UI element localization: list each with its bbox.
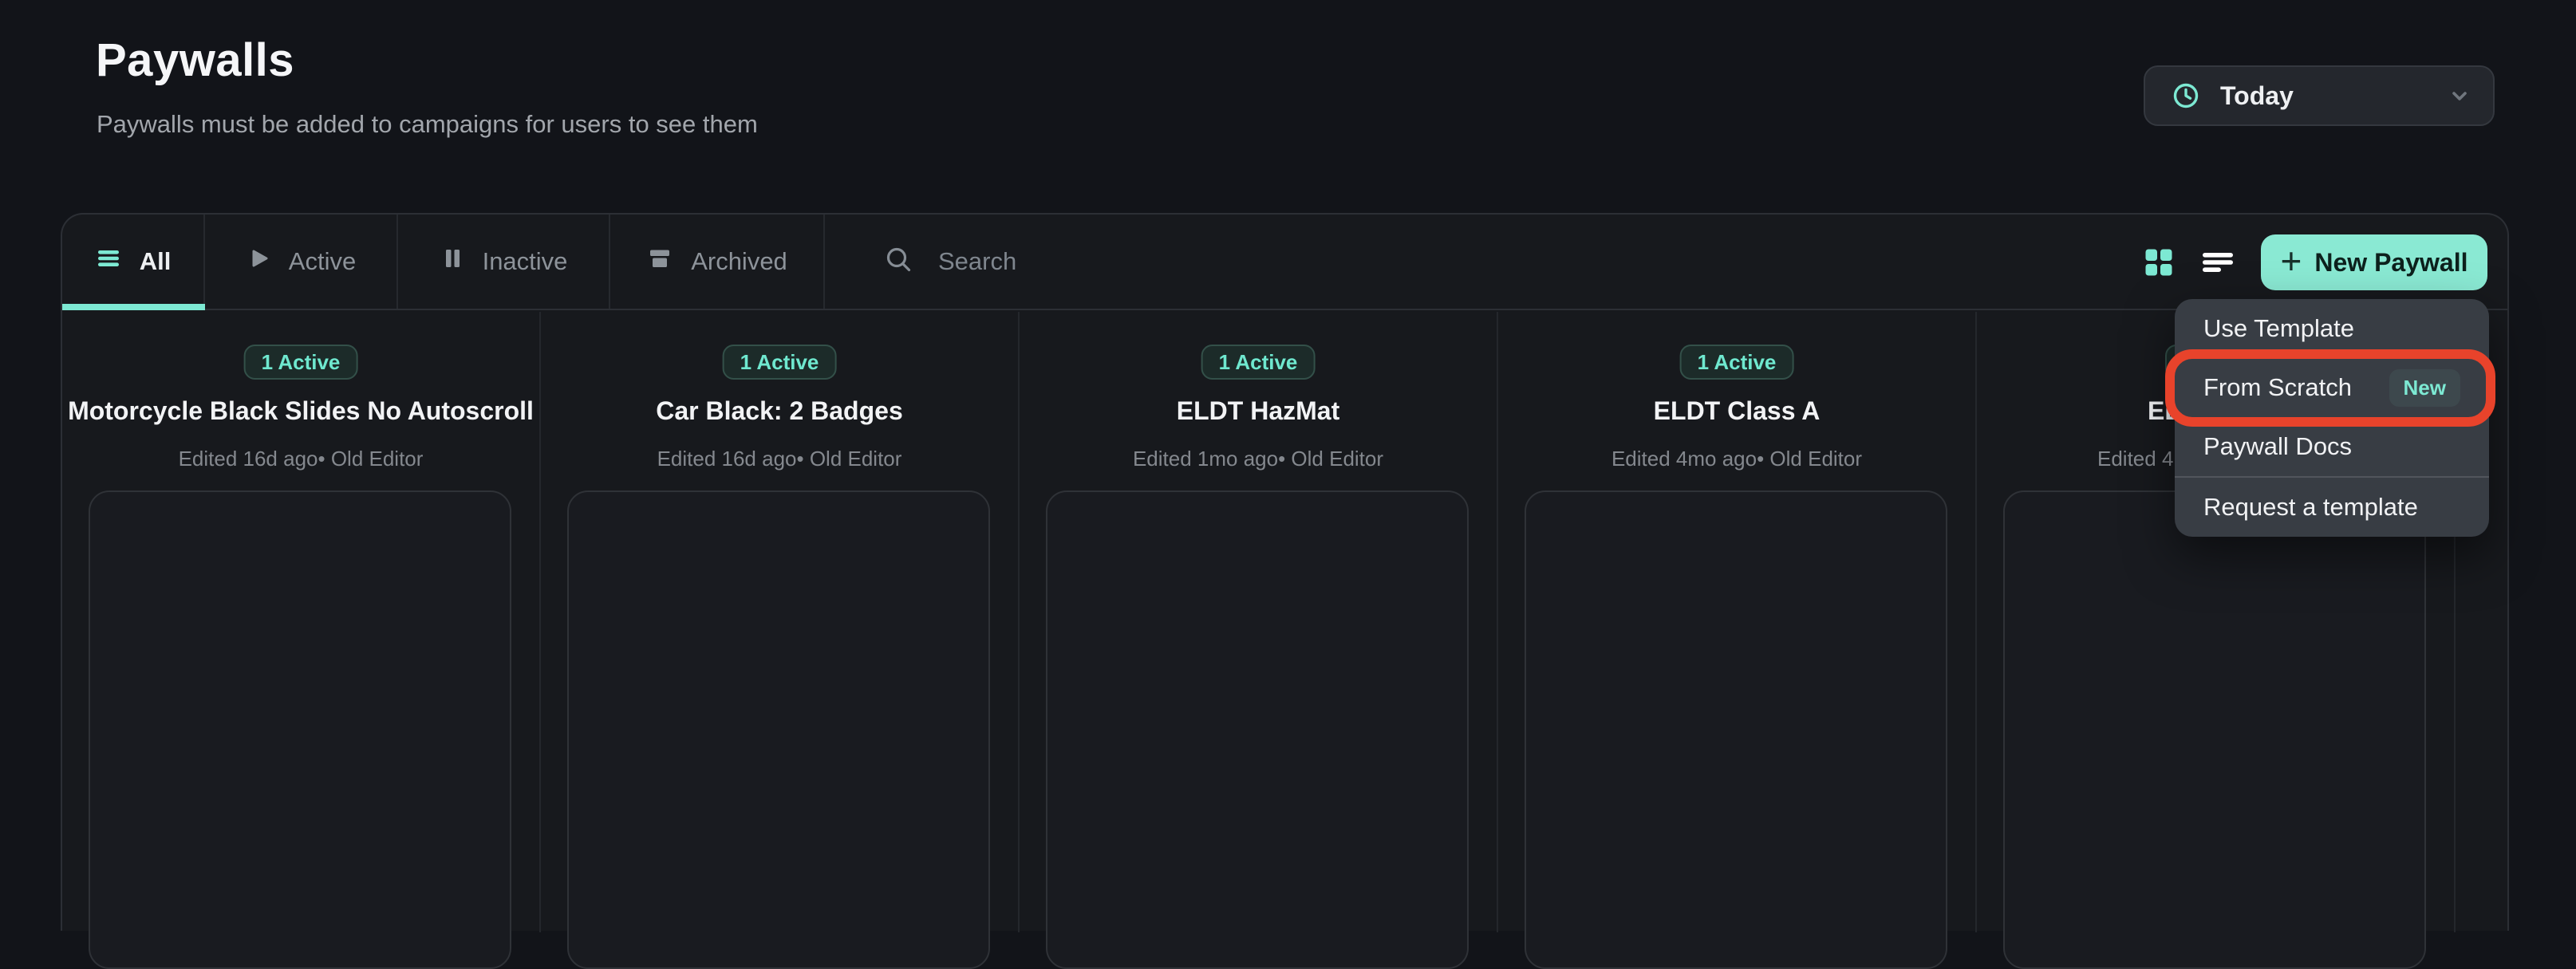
tab-active[interactable]: Active: [205, 215, 398, 309]
tab-active-label: Active: [289, 247, 356, 276]
new-feature-badge: New: [2389, 369, 2460, 407]
paywall-meta: Edited 4mo ago• Old Editor: [1498, 446, 1975, 471]
paywall-title: ELDT HazMat: [1020, 395, 1497, 427]
menu-item-use-template[interactable]: Use Template: [2175, 299, 2489, 358]
paywall-meta: Edited 4: [2097, 446, 2173, 471]
tab-archived[interactable]: Archived: [610, 215, 825, 309]
paywall-title: ELDT Class A: [1498, 395, 1975, 427]
page-subtitle: Paywalls must be added to campaigns for …: [97, 110, 758, 139]
list-lines-icon: [95, 245, 122, 278]
status-badge: 1 Active: [1201, 345, 1316, 380]
status-badge: 1 Active: [1680, 345, 1794, 380]
menu-item-label: From Scratch: [2203, 373, 2352, 402]
menu-item-label: Use Template: [2203, 314, 2354, 343]
tab-archived-label: Archived: [691, 247, 787, 276]
new-paywall-menu: Use Template From Scratch New Paywall Do…: [2175, 299, 2489, 537]
new-paywall-label: New Paywall: [2314, 248, 2468, 278]
search-input[interactable]: [937, 246, 1658, 277]
tab-bar: All Active Inactive: [62, 215, 2507, 310]
paywall-preview[interactable]: [2003, 490, 2426, 969]
menu-item-paywall-docs[interactable]: Paywall Docs: [2175, 417, 2489, 476]
menu-item-request-template[interactable]: Request a template: [2175, 478, 2489, 537]
menu-item-from-scratch[interactable]: From Scratch New: [2175, 358, 2489, 417]
date-range-label: Today: [2220, 81, 2294, 111]
archive-icon: [646, 245, 673, 278]
status-badge: 1 Active: [723, 345, 837, 380]
paywall-card[interactable]: 1 Active Motorcycle Black Slides No Auto…: [62, 312, 541, 932]
paywall-preview[interactable]: [1525, 490, 1947, 969]
clock-icon: [2171, 81, 2201, 111]
paywall-card[interactable]: 1 Active ELDT Class A Edited 4mo ago• Ol…: [1498, 312, 1977, 932]
menu-item-label: Request a template: [2203, 493, 2418, 522]
tab-all[interactable]: All: [62, 215, 205, 309]
paywall-preview[interactable]: [567, 490, 990, 969]
paywall-title: Car Black: 2 Badges: [541, 395, 1018, 427]
list-view-icon[interactable]: [2200, 246, 2235, 278]
paywalls-panel: All Active Inactive: [61, 213, 2509, 931]
paywalls-page: { "page": { "title": "Paywalls", "subtit…: [0, 0, 2576, 872]
paywall-meta: Edited 16d ago• Old Editor: [541, 446, 1018, 471]
tab-inactive-label: Inactive: [483, 247, 568, 276]
paywall-meta: Edited 16d ago• Old Editor: [62, 446, 539, 471]
pause-icon: [440, 246, 465, 278]
new-paywall-button[interactable]: + New Paywall: [2261, 234, 2487, 290]
tab-inactive[interactable]: Inactive: [398, 215, 610, 309]
paywall-card[interactable]: 1 Active ELDT HazMat Edited 1mo ago• Old…: [1020, 312, 1498, 932]
page-title: Paywalls: [96, 33, 294, 87]
paywall-card-grid: 1 Active Motorcycle Black Slides No Auto…: [62, 312, 2511, 932]
paywall-card[interactable]: 1 Active Car Black: 2 Badges Edited 16d …: [541, 312, 1020, 932]
date-range-dropdown[interactable]: Today: [2144, 65, 2495, 126]
play-icon: [246, 246, 271, 278]
paywall-preview[interactable]: [89, 490, 511, 969]
status-badge: 1 Active: [244, 345, 358, 380]
menu-item-label: Paywall Docs: [2203, 432, 2352, 461]
chevron-down-icon: [2447, 83, 2472, 108]
view-controls: + New Paywall: [2143, 215, 2507, 310]
active-tab-underline: [62, 304, 205, 310]
grid-view-icon[interactable]: [2143, 246, 2175, 278]
tab-all-label: All: [140, 247, 172, 276]
paywall-preview[interactable]: [1046, 490, 1469, 969]
search-icon: [882, 243, 916, 281]
paywall-meta: Edited 1mo ago• Old Editor: [1020, 446, 1497, 471]
paywall-title: Motorcycle Black Slides No Autoscroll: [62, 395, 539, 427]
